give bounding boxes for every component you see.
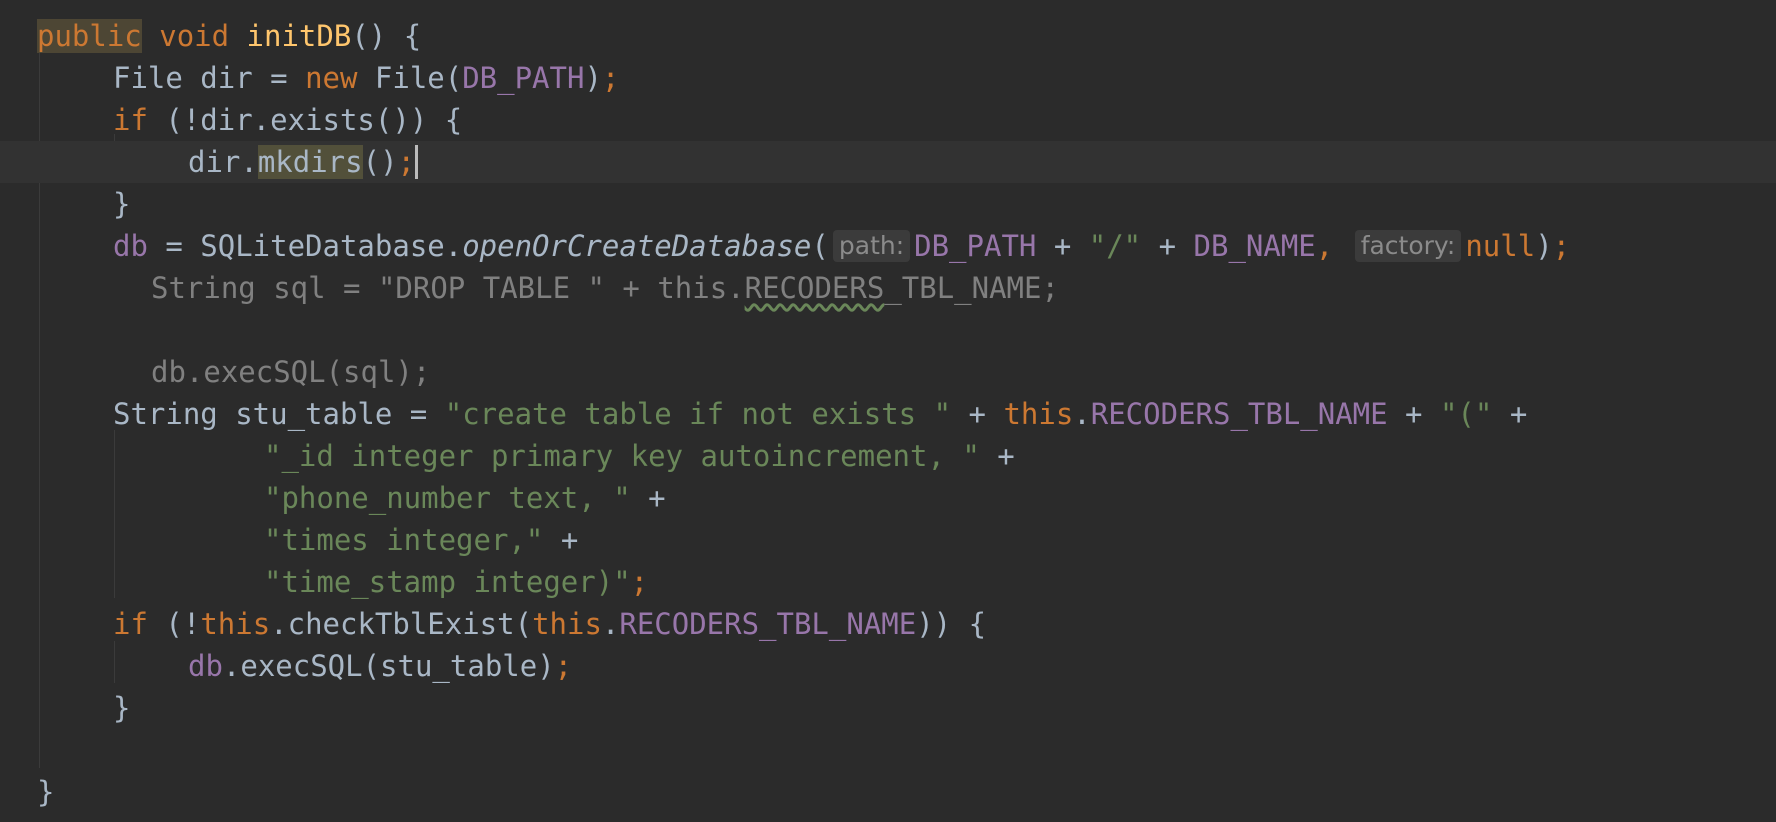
code-text: } xyxy=(37,775,55,809)
code-text: () xyxy=(362,145,398,179)
code-text: (! xyxy=(147,607,201,641)
code-line[interactable]: } xyxy=(0,771,1776,813)
code-line[interactable]: db = SQLiteDatabase.openOrCreateDatabase… xyxy=(0,225,1776,267)
semicolon: ; xyxy=(1552,229,1571,263)
code-text: + xyxy=(979,439,1015,473)
code-editor[interactable]: public void initDB() { File dir = new Fi… xyxy=(0,0,1776,822)
static-method-call: openOrCreateDatabase xyxy=(462,229,812,263)
highlighted-usage: mkdirs xyxy=(257,145,363,179)
comment-text: db.execSQL(sql); xyxy=(151,355,431,389)
code-line[interactable]: public void initDB() { xyxy=(0,15,1776,57)
code-text: ( xyxy=(811,229,829,263)
code-text: + xyxy=(1036,229,1089,263)
keyword: this xyxy=(532,607,602,641)
field-ref: RECODERS_TBL_NAME xyxy=(619,607,917,641)
code-line[interactable]: "phone_number text, " + xyxy=(0,477,1776,519)
string-literal: "_id integer primary key autoincrement, … xyxy=(264,439,980,473)
code-text: File( xyxy=(357,61,463,95)
string-literal: "time_stamp integer)" xyxy=(264,565,631,599)
code-text: () { xyxy=(351,19,422,53)
keyword: if xyxy=(113,103,148,137)
comment-text: String sql = "DROP TABLE " + this. xyxy=(151,271,745,305)
code-text: + xyxy=(543,523,579,557)
semicolon: ; xyxy=(554,649,573,683)
string-literal: "times integer," xyxy=(264,523,544,557)
code-text: File dir = xyxy=(113,61,306,95)
semicolon: ; xyxy=(397,145,415,179)
code-text: + xyxy=(630,481,666,515)
code-text: + xyxy=(951,397,1004,431)
code-text: } xyxy=(113,691,131,725)
method-name: initDB xyxy=(246,19,352,53)
comment-text: _TBL_NAME; xyxy=(884,271,1059,305)
string-literal: "/" xyxy=(1088,229,1142,263)
string-literal: "create table if not exists " xyxy=(444,397,952,431)
keyword: this xyxy=(200,607,271,641)
code-text: + xyxy=(1141,229,1194,263)
keyword: if xyxy=(113,607,148,641)
field-ref: DB_PATH xyxy=(914,229,1037,263)
parameter-hint: path: xyxy=(832,230,911,262)
field-ref: DB_PATH xyxy=(462,61,585,95)
code-line[interactable]: String stu_table = "create table if not … xyxy=(0,393,1776,435)
code-line[interactable]: } xyxy=(0,687,1776,729)
field-ref: db xyxy=(113,229,148,263)
code-text: dir. xyxy=(188,145,258,179)
code-text: ) xyxy=(584,61,602,95)
code-line[interactable]: "time_stamp integer)"; xyxy=(0,561,1776,603)
semicolon: ; xyxy=(630,565,649,599)
code-line[interactable]: if (!this.checkTblExist(this.RECODERS_TB… xyxy=(0,603,1776,645)
code-text: } xyxy=(113,187,131,221)
field-ref: DB_NAME xyxy=(1193,229,1316,263)
field-ref: RECODERS_TBL_NAME xyxy=(1090,397,1388,431)
field-ref: db xyxy=(188,649,223,683)
code-line[interactable]: "_id integer primary key autoincrement, … xyxy=(0,435,1776,477)
code-text: (!dir.exists()) { xyxy=(147,103,463,137)
code-text: ) xyxy=(1535,229,1553,263)
typo-warning: RECODERS xyxy=(744,271,885,305)
code-text: )) { xyxy=(916,607,987,641)
keyword: new xyxy=(305,61,358,95)
code-text: .checkTblExist( xyxy=(270,607,533,641)
code-text: + xyxy=(1492,397,1528,431)
code-line[interactable]: File dir = new File(DB_PATH); xyxy=(0,57,1776,99)
code-line[interactable]: db.execSQL(sql); xyxy=(0,351,1776,393)
code-text: + xyxy=(1387,397,1440,431)
code-text: String stu_table = xyxy=(113,397,445,431)
code-line[interactable]: } xyxy=(0,183,1776,225)
code-line[interactable]: if (!dir.exists()) { xyxy=(0,99,1776,141)
code-line[interactable]: "times integer," + xyxy=(0,519,1776,561)
parameter-hint: factory: xyxy=(1354,230,1462,262)
string-literal: "(" xyxy=(1439,397,1493,431)
keyword: void xyxy=(159,19,230,53)
keyword: this xyxy=(1003,397,1074,431)
code-text: . xyxy=(601,607,620,641)
code-line[interactable]: String sql = "DROP TABLE " + this.RECODE… xyxy=(0,267,1776,309)
code-text: .execSQL(stu_table) xyxy=(222,649,555,683)
keyword: null xyxy=(1465,229,1536,263)
string-literal: "phone_number text, " xyxy=(264,481,631,515)
code-text: = SQLiteDatabase. xyxy=(147,229,463,263)
keyword: public xyxy=(37,19,142,53)
comma: , xyxy=(1315,229,1334,263)
code-text: . xyxy=(1073,397,1091,431)
current-line[interactable]: dir.mkdirs(); xyxy=(0,141,1776,183)
semicolon: ; xyxy=(601,61,620,95)
text-caret xyxy=(415,145,418,179)
code-line[interactable]: db.execSQL(stu_table); xyxy=(0,645,1776,687)
